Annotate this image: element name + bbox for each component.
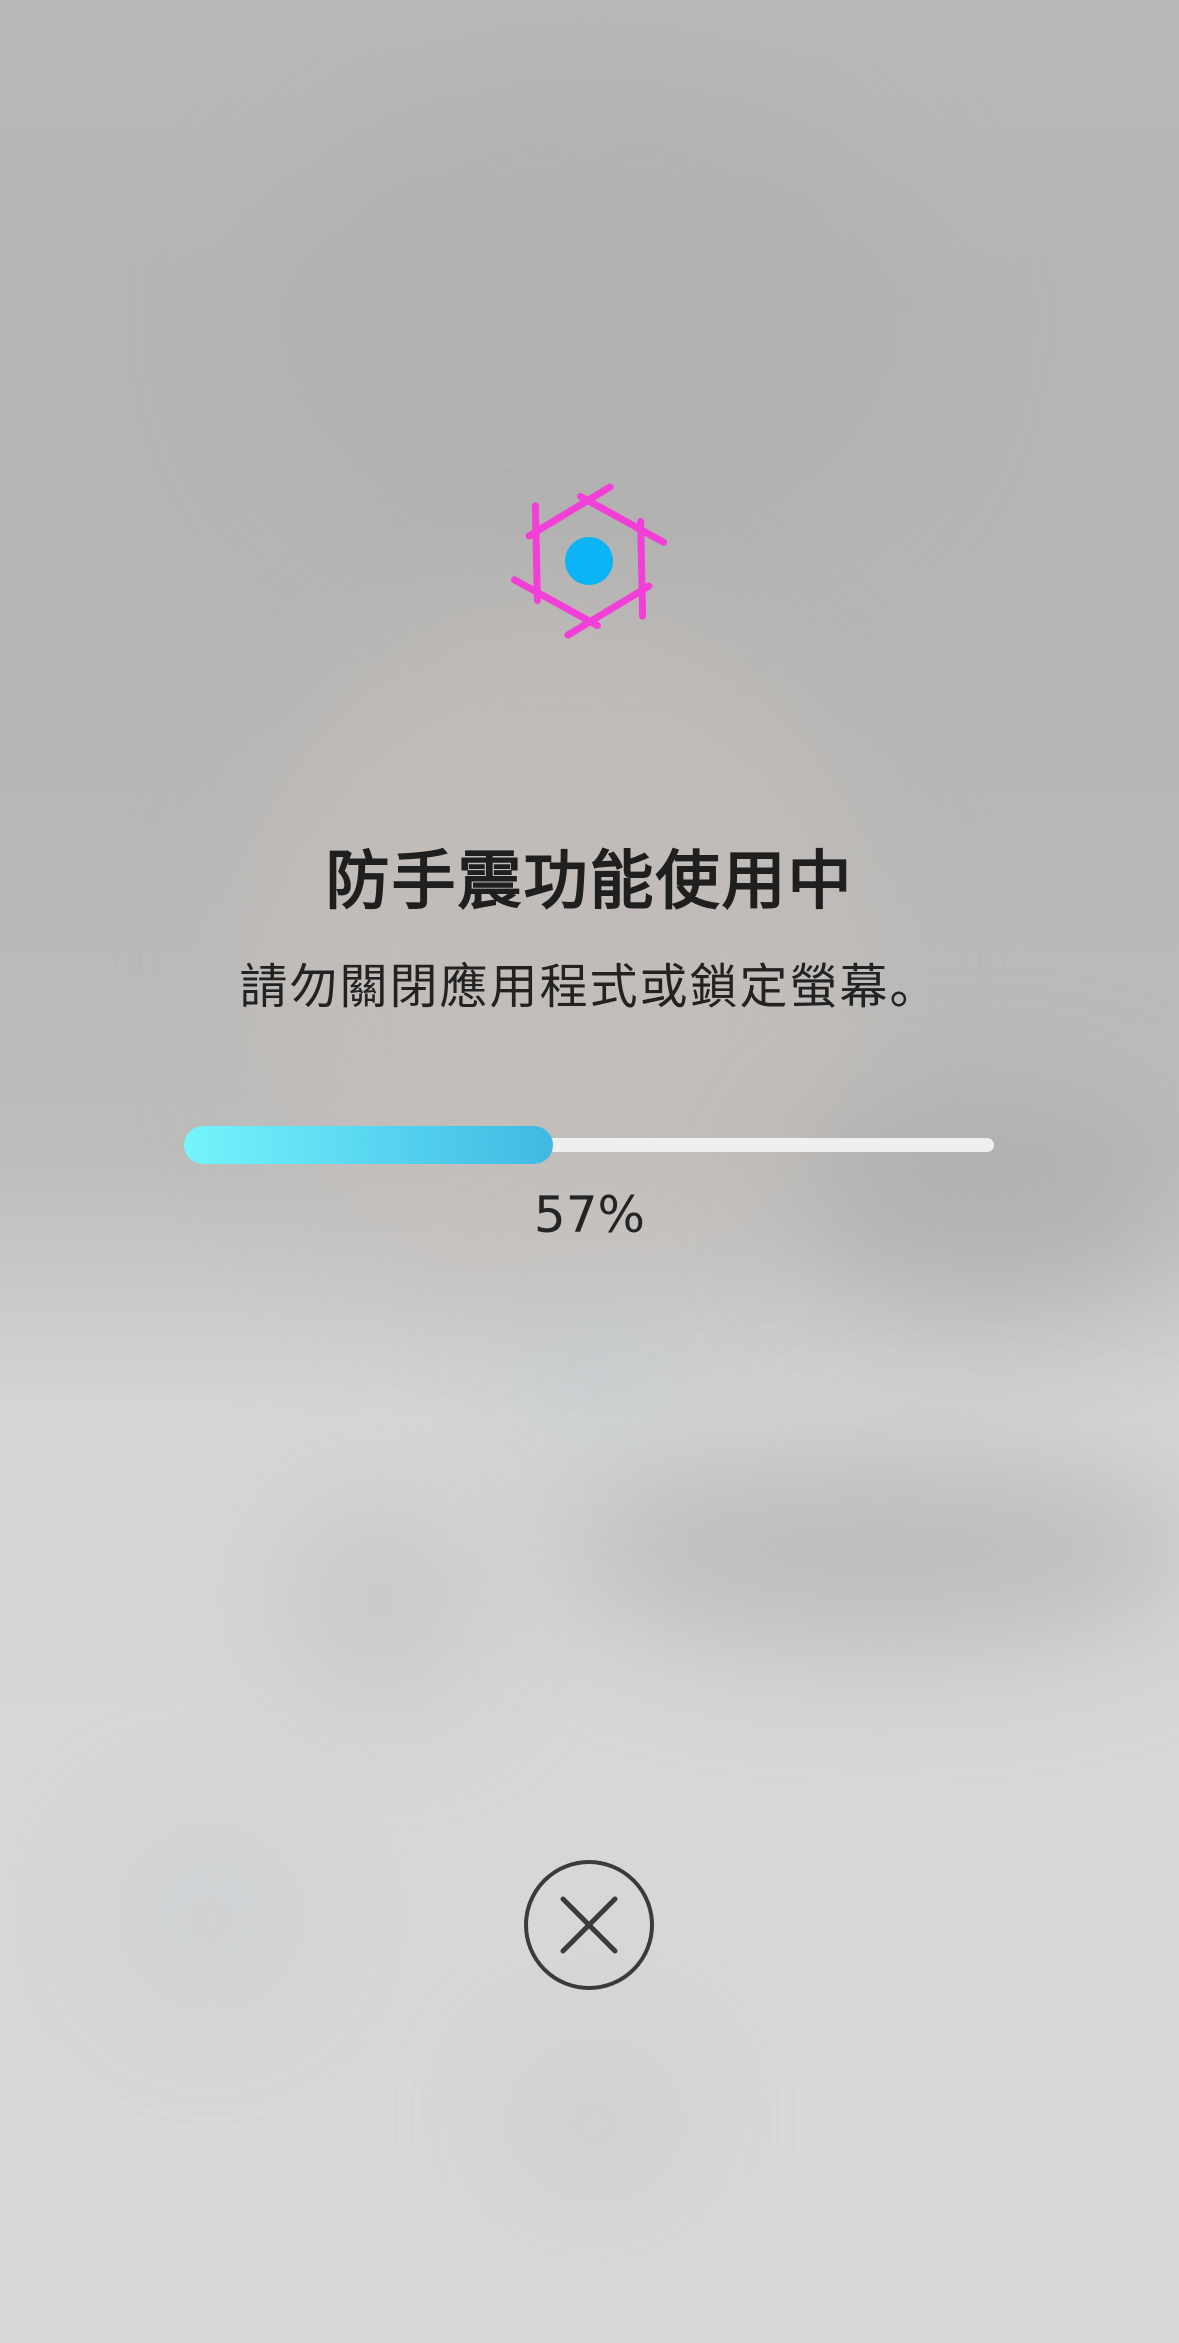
background-blur-shape [520, 1280, 660, 1430]
background-blur-shape [520, 2060, 670, 2190]
blurred-background [0, 0, 1179, 2343]
stabilizer-icon [509, 481, 669, 641]
close-icon [560, 1896, 618, 1954]
dialog-title: 防手震功能使用中 [325, 845, 854, 919]
dialog-message: 請勿關閉應用程式或鎖定螢幕。 [239, 959, 940, 1015]
progress-percentage: 57% [533, 1186, 646, 1244]
background-blur-shape [120, 1830, 300, 2010]
progress-fill [184, 1126, 553, 1164]
background-blur-shape [560, 1450, 1179, 1650]
background-blur-shape [280, 1500, 480, 1700]
close-button[interactable] [524, 1860, 654, 1990]
